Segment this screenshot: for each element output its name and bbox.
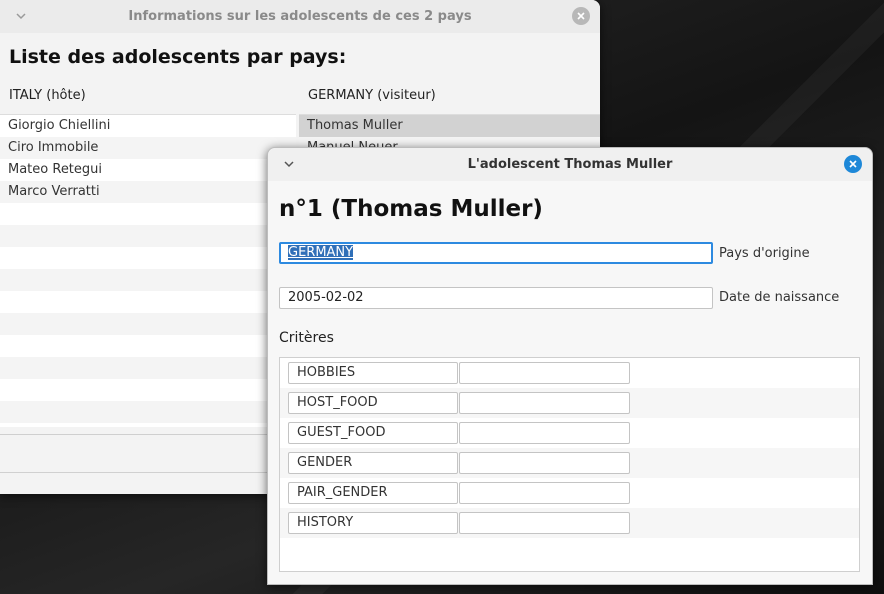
empty-row <box>0 291 296 313</box>
criteria-key-field[interactable]: GUEST_FOOD <box>288 422 458 444</box>
criteria-key-field[interactable]: HOST_FOOD <box>288 392 458 414</box>
empty-row <box>0 225 296 247</box>
criteria-table: HOBBIES HOST_FOOD GUEST_FOOD GENDER PAIR… <box>279 357 860 572</box>
criteria-value-field[interactable] <box>459 482 630 504</box>
country-value: GERMANY <box>288 245 354 260</box>
list-item-selected[interactable]: Thomas Muller <box>299 115 600 137</box>
criteria-row: GUEST_FOOD <box>280 418 859 448</box>
country-label: Pays d'origine <box>719 246 810 261</box>
birthdate-label: Date de naissance <box>719 290 840 305</box>
close-icon <box>849 160 857 168</box>
criteria-value-field[interactable] <box>459 452 630 474</box>
birthdate-field[interactable]: 2005-02-02 <box>279 287 713 309</box>
criteria-key-field[interactable]: GENDER <box>288 452 458 474</box>
list-item[interactable]: Mateo Retegui <box>0 159 296 181</box>
window-title: L'adolescent Thomas Muller <box>467 157 673 172</box>
list-item[interactable]: Ciro Immobile <box>0 137 296 159</box>
criteria-value-field[interactable] <box>459 422 630 444</box>
title-bar: L'adolescent Thomas Muller <box>268 148 872 181</box>
list-heading: Liste des adolescents par pays: <box>9 46 347 68</box>
list-item[interactable]: Marco Verratti <box>0 181 296 203</box>
criteria-key-field[interactable]: HISTORY <box>288 512 458 534</box>
criteria-key-field[interactable]: HOBBIES <box>288 362 458 384</box>
host-country-label: ITALY (hôte) <box>9 88 86 103</box>
criteria-key-field[interactable]: PAIR_GENDER <box>288 482 458 504</box>
student-detail-window: L'adolescent Thomas Muller n°1 (Thomas M… <box>267 147 873 585</box>
criteria-row: HOBBIES <box>280 358 859 388</box>
close-button[interactable] <box>572 7 590 25</box>
empty-row <box>0 313 296 335</box>
window-title: Informations sur les adolescents de ces … <box>128 9 472 24</box>
chevron-down-icon[interactable] <box>14 9 28 23</box>
title-bar: Informations sur les adolescents de ces … <box>0 0 600 33</box>
host-students-list[interactable]: Giorgio Chiellini Ciro Immobile Mateo Re… <box>0 114 296 427</box>
criteria-row: HOST_FOOD <box>280 388 859 418</box>
list-item[interactable]: Giorgio Chiellini <box>0 115 296 137</box>
criteria-value-field[interactable] <box>459 392 630 414</box>
close-icon <box>577 12 585 20</box>
criteria-value-field[interactable] <box>459 362 630 384</box>
criteria-value-field[interactable] <box>459 512 630 534</box>
empty-row <box>0 401 296 423</box>
chevron-down-icon[interactable] <box>282 157 296 171</box>
student-heading: n°1 (Thomas Muller) <box>279 196 543 222</box>
empty-row <box>0 379 296 401</box>
divider <box>0 434 296 435</box>
criteria-row: GENDER <box>280 448 859 478</box>
empty-row <box>0 247 296 269</box>
empty-row <box>0 269 296 291</box>
empty-row <box>0 335 296 357</box>
empty-row <box>0 357 296 379</box>
empty-row <box>0 203 296 225</box>
criteria-row: HISTORY <box>280 508 859 538</box>
criteria-label: Critères <box>279 330 334 346</box>
close-button[interactable] <box>844 155 862 173</box>
country-field[interactable]: GERMANY <box>279 242 713 264</box>
criteria-row: PAIR_GENDER <box>280 478 859 508</box>
visitor-country-label: GERMANY (visiteur) <box>308 88 436 103</box>
